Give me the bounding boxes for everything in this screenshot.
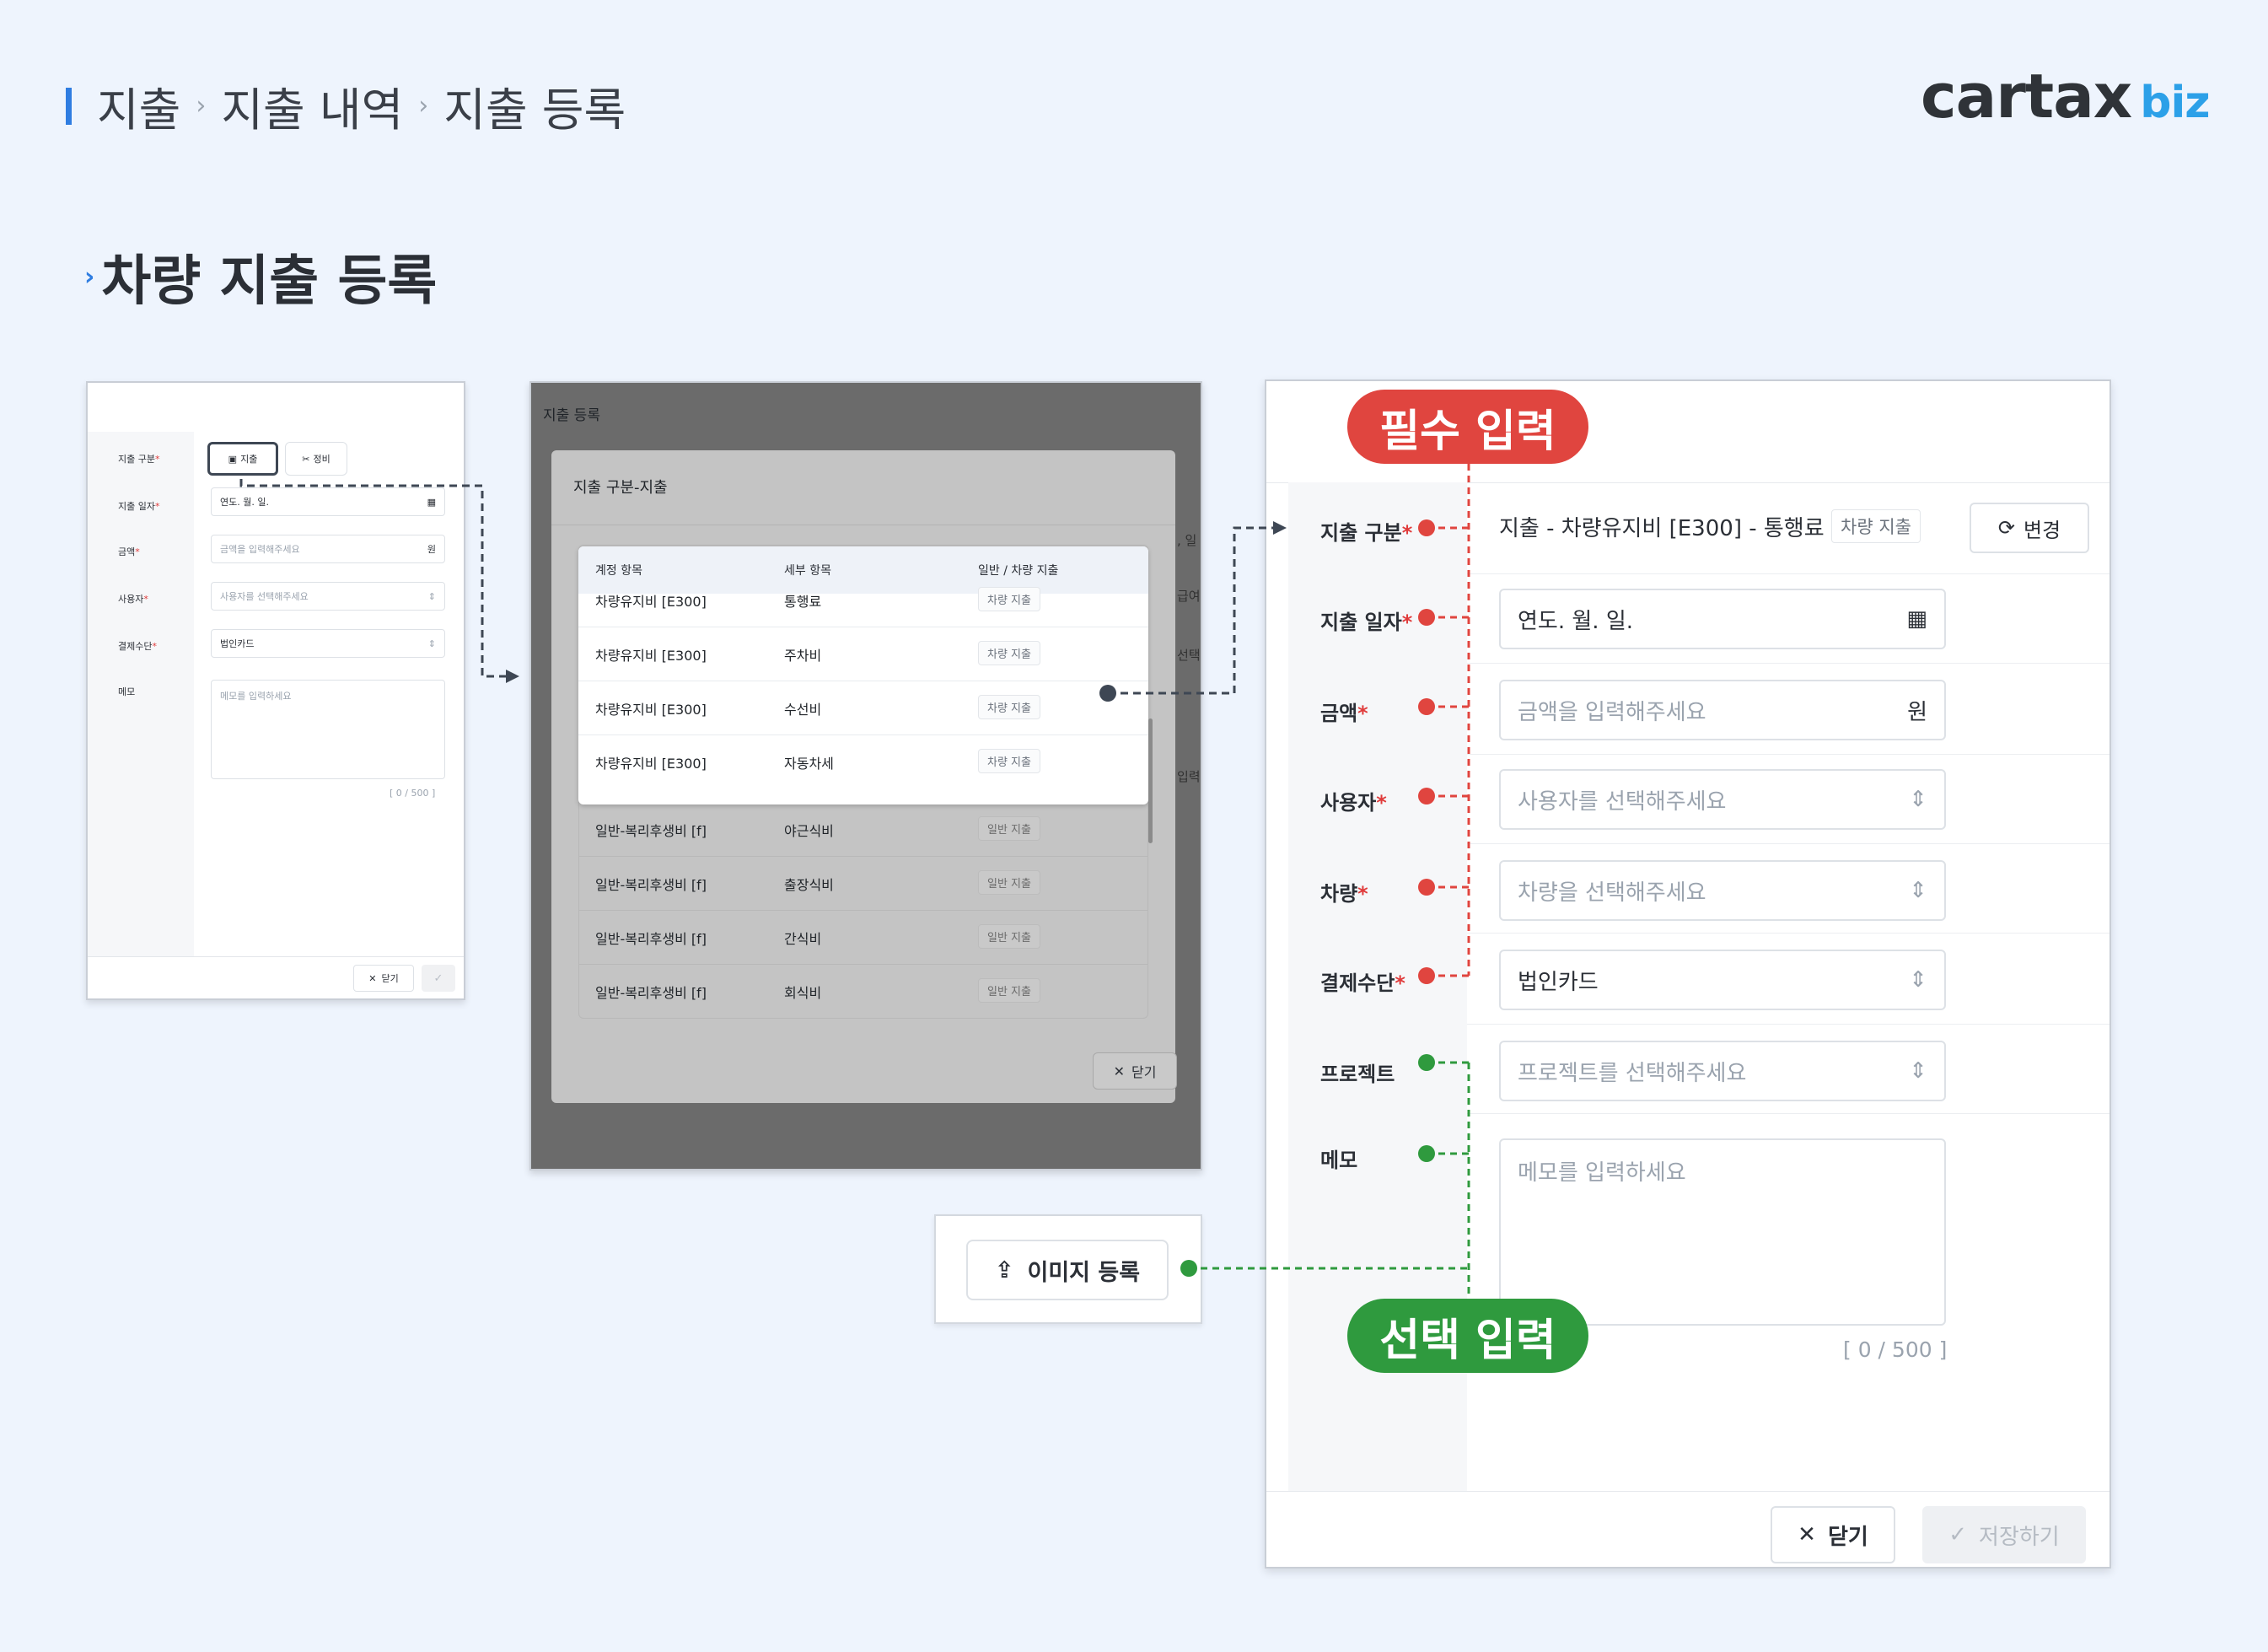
connector-line	[239, 479, 506, 678]
optional-dot	[1418, 1054, 1435, 1071]
optional-input-badge: 선택 입력	[1347, 1299, 1588, 1373]
optional-dot	[1180, 1260, 1197, 1277]
required-dot	[1418, 879, 1435, 896]
required-dot	[1418, 698, 1435, 715]
connector-lines	[239, 464, 1470, 1299]
required-dot	[1418, 519, 1435, 536]
connector-line	[1108, 526, 1273, 695]
required-dot	[1418, 967, 1435, 984]
arrow-head-icon	[506, 670, 519, 683]
required-input-badge: 필수 입력	[1347, 390, 1588, 464]
required-dot	[1418, 788, 1435, 804]
arrow-head-icon	[1273, 521, 1287, 535]
required-dot	[1418, 609, 1435, 626]
optional-dot	[1418, 1145, 1435, 1162]
